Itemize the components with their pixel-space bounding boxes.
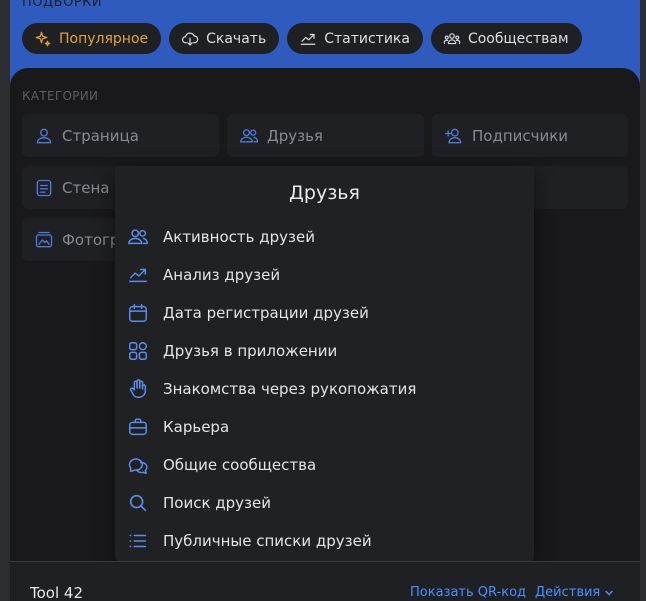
briefcase-icon: [129, 418, 147, 436]
dropdown-title: Друзья: [289, 182, 360, 204]
chat-bubbles-icon: [128, 458, 148, 474]
actions-label: Действия: [535, 585, 601, 600]
calendar-icon: [129, 304, 147, 322]
window-edge: [640, 0, 646, 601]
actions-menu-button[interactable]: Действия: [535, 585, 614, 600]
chip-communities[interactable]: Сообществам: [430, 23, 582, 54]
footer-separator: ·: [522, 583, 527, 598]
chart-line-icon: [300, 33, 316, 45]
chip-popular[interactable]: Популярное: [22, 23, 162, 54]
collections-label: ПОДБОРКИ: [22, 0, 103, 10]
chart-line-icon: [129, 268, 147, 283]
category-tile-followers[interactable]: Подписчики: [432, 114, 628, 157]
users-icon: [128, 229, 148, 245]
community-icon: [443, 32, 461, 44]
app-name: Tool 42: [30, 584, 83, 601]
chip-label: Статистика: [324, 30, 410, 47]
tile-label: Подписчики: [472, 126, 569, 145]
app-window: ПОДБОРКИ Популярное Скачать Статистика С…: [0, 0, 646, 601]
menu-item-label: Дата регистрации друзей: [163, 304, 369, 322]
menu-item-handshakes[interactable]: Знакомства через рукопожатия: [127, 374, 522, 404]
sparkle-icon: [35, 31, 51, 46]
menu-item-label: Публичные списки друзей: [163, 532, 372, 550]
menu-item-label: Карьера: [163, 418, 230, 436]
chip-download[interactable]: Скачать: [169, 23, 280, 54]
chip-label: Скачать: [206, 30, 267, 47]
menu-item-career[interactable]: Карьера: [127, 412, 522, 442]
users-icon: [239, 128, 259, 142]
menu-item-friends-activity[interactable]: Активность друзей: [127, 222, 522, 252]
list-icon: [129, 534, 147, 548]
chip-label: Сообществам: [467, 30, 569, 47]
menu-item-label: Знакомства через рукопожатия: [163, 380, 417, 398]
photo-icon: [35, 231, 53, 247]
category-tile-friends[interactable]: Друзья: [227, 114, 424, 157]
hand-icon: [129, 379, 147, 398]
show-qr-link[interactable]: Показать QR-код: [410, 585, 526, 600]
tile-label: Стена: [62, 178, 110, 197]
wall-icon: [36, 179, 52, 196]
chip-label: Популярное: [59, 30, 149, 47]
menu-item-public-lists[interactable]: Публичные списки друзей: [127, 526, 522, 556]
category-tile-page[interactable]: Страница: [22, 114, 219, 157]
tile-label: Друзья: [267, 126, 323, 145]
menu-item-friends-analysis[interactable]: Анализ друзей: [127, 260, 522, 290]
apps-icon: [129, 342, 147, 360]
tile-label: Фотогр: [62, 230, 120, 249]
menu-item-label: Активность друзей: [163, 228, 315, 246]
menu-item-registration-date[interactable]: Дата регистрации друзей: [127, 298, 522, 328]
chip-statistics[interactable]: Статистика: [287, 23, 423, 54]
categories-label: КАТЕГОРИИ: [22, 89, 99, 103]
user-icon: [36, 128, 52, 143]
menu-item-label: Друзья в приложении: [163, 342, 338, 360]
menu-item-find-friends[interactable]: Поиск друзей: [127, 488, 522, 518]
menu-item-friends-in-app[interactable]: Друзья в приложении: [127, 336, 522, 366]
cloud-download-icon: [182, 32, 199, 46]
chevron-down-icon: [605, 590, 614, 596]
tile-label: Страница: [62, 126, 139, 145]
friends-dropdown: Друзья Активность друзей Анализ друзей Д…: [115, 166, 534, 561]
collections-chips: Популярное Скачать Статистика Сообщества…: [22, 23, 582, 54]
menu-item-common-communities[interactable]: Общие сообщества: [127, 450, 522, 480]
menu-item-label: Поиск друзей: [163, 494, 272, 512]
search-icon: [129, 494, 147, 512]
menu-item-label: Анализ друзей: [163, 266, 281, 284]
menu-item-label: Общие сообщества: [163, 456, 317, 474]
user-add-icon: [445, 128, 462, 143]
